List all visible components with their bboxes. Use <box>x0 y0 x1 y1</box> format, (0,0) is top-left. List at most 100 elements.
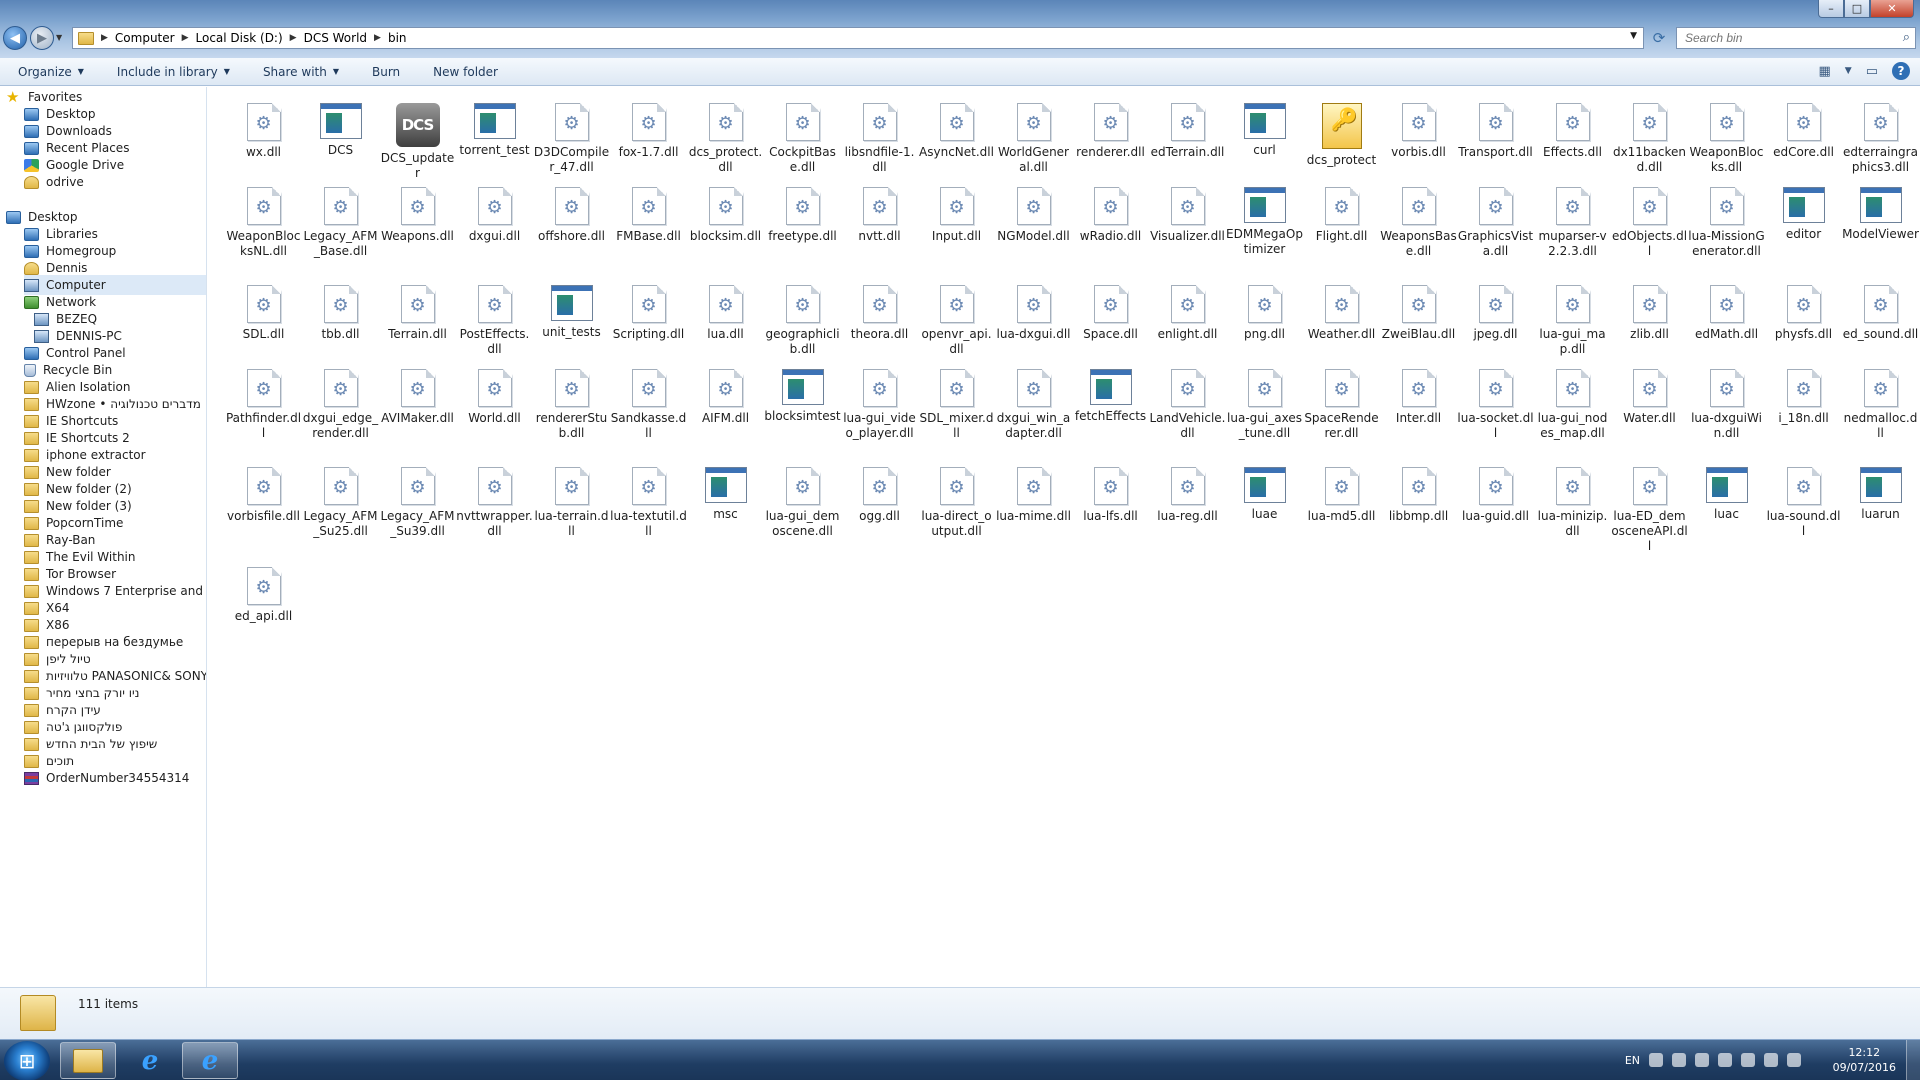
file-item[interactable]: editor <box>1765 187 1842 242</box>
include-in-library-button[interactable]: Include in library ▼ <box>99 65 245 79</box>
file-item[interactable]: lua-gui_nodes_map.dll <box>1534 369 1611 441</box>
file-item[interactable]: ModelViewer <box>1842 187 1919 242</box>
share-with-button[interactable]: Share with ▼ <box>245 65 354 79</box>
file-item[interactable]: nvtt.dll <box>841 187 918 244</box>
file-item[interactable]: EDMMegaOptimizer <box>1226 187 1303 257</box>
search-input[interactable] <box>1683 30 1883 46</box>
file-item[interactable]: edMath.dll <box>1688 285 1765 342</box>
file-item[interactable]: openvr_api.dll <box>918 285 995 357</box>
file-item[interactable]: libbmp.dll <box>1380 467 1457 524</box>
file-item[interactable]: NGModel.dll <box>995 187 1072 244</box>
file-item[interactable]: i_18n.dll <box>1765 369 1842 426</box>
address-bar[interactable]: ▶ Computer ▶ Local Disk (D:) ▶ DCS World… <box>72 27 1644 49</box>
file-item[interactable]: lua-socket.dll <box>1457 369 1534 441</box>
file-item[interactable]: edterraingraphics3.dll <box>1842 103 1919 175</box>
file-item[interactable]: Visualizer.dll <box>1149 187 1226 244</box>
breadcrumb-local-disk[interactable]: Local Disk (D:) <box>192 31 287 45</box>
file-item[interactable]: LandVehicle.dll <box>1149 369 1226 441</box>
file-item[interactable]: libsndfile-1.dll <box>841 103 918 175</box>
file-item[interactable]: vorbis.dll <box>1380 103 1457 160</box>
search-icon[interactable]: ⌕ <box>1903 30 1910 45</box>
forward-button[interactable]: ▶ <box>30 26 54 50</box>
file-item[interactable]: blocksimtest <box>764 369 841 424</box>
breadcrumb-bin[interactable]: bin <box>384 31 411 45</box>
close-button[interactable]: ✕ <box>1870 0 1914 18</box>
chevron-right-icon[interactable]: ▶ <box>371 33 384 43</box>
breadcrumb-computer[interactable]: Computer <box>111 31 179 45</box>
file-item[interactable]: ed_sound.dll <box>1842 285 1919 342</box>
file-item[interactable]: WeaponBlocks.dll <box>1688 103 1765 175</box>
file-item[interactable]: D3DCompiler_47.dll <box>533 103 610 175</box>
nav-item[interactable]: odrive <box>24 172 206 192</box>
file-item[interactable]: SDL.dll <box>225 285 302 342</box>
nvidia-icon[interactable] <box>1672 1053 1686 1067</box>
file-item[interactable]: ed_api.dll <box>225 567 302 624</box>
file-item[interactable]: Legacy_AFM_Su39.dll <box>379 467 456 539</box>
file-item[interactable]: muparser-v2.2.3.dll <box>1534 187 1611 259</box>
file-item[interactable]: ogg.dll <box>841 467 918 524</box>
file-item[interactable]: vorbisfile.dll <box>225 467 302 524</box>
back-button[interactable]: ◀ <box>3 26 27 50</box>
file-item[interactable]: WeaponBlocksNL.dll <box>225 187 302 259</box>
burn-button[interactable]: Burn <box>354 65 415 79</box>
file-item[interactable]: SpaceRenderer.dll <box>1303 369 1380 441</box>
chevron-right-icon[interactable]: ▶ <box>98 33 111 43</box>
file-item[interactable]: lua-textutil.dll <box>610 467 687 539</box>
file-item[interactable]: nvttwrapper.dll <box>456 467 533 539</box>
organize-button[interactable]: Organize ▼ <box>0 65 99 79</box>
file-item[interactable]: offshore.dll <box>533 187 610 244</box>
file-item[interactable]: dx11backend.dll <box>1611 103 1688 175</box>
file-item[interactable]: lua-guid.dll <box>1457 467 1534 524</box>
file-item[interactable]: lua-reg.dll <box>1149 467 1226 524</box>
file-item[interactable]: GraphicsVista.dll <box>1457 187 1534 259</box>
file-item[interactable]: Effects.dll <box>1534 103 1611 160</box>
taskbar-explorer[interactable] <box>60 1042 116 1079</box>
file-item[interactable]: Input.dll <box>918 187 995 244</box>
file-item[interactable]: wx.dll <box>225 103 302 160</box>
file-item[interactable]: luarun <box>1842 467 1919 522</box>
file-item[interactable]: Weapons.dll <box>379 187 456 244</box>
view-dropdown-icon[interactable]: ▼ <box>1845 66 1852 76</box>
chevron-right-icon[interactable]: ▶ <box>287 33 300 43</box>
file-item[interactable]: WorldGeneral.dll <box>995 103 1072 175</box>
file-item[interactable]: AsyncNet.dll <box>918 103 995 160</box>
file-item[interactable]: WeaponsBase.dll <box>1380 187 1457 259</box>
file-item[interactable]: luac <box>1688 467 1765 522</box>
file-item[interactable]: edTerrain.dll <box>1149 103 1226 160</box>
file-item[interactable]: World.dll <box>456 369 533 426</box>
file-item[interactable]: Space.dll <box>1072 285 1149 342</box>
breadcrumb-dcs-world[interactable]: DCS World <box>300 31 371 45</box>
file-item[interactable]: Pathfinder.dll <box>225 369 302 441</box>
file-item[interactable]: lua-mime.dll <box>995 467 1072 524</box>
file-item[interactable]: lua-gui_demoscene.dll <box>764 467 841 539</box>
file-item[interactable]: theora.dll <box>841 285 918 342</box>
file-item[interactable]: torrent_test <box>456 103 533 158</box>
file-item[interactable]: jpeg.dll <box>1457 285 1534 342</box>
maximize-button[interactable]: □ <box>1844 0 1870 18</box>
preview-pane-icon[interactable]: ▭ <box>1866 64 1878 79</box>
taskbar-internet-explorer-2[interactable]: e <box>182 1042 238 1079</box>
file-item[interactable]: unit_tests <box>533 285 610 340</box>
file-item[interactable]: Transport.dll <box>1457 103 1534 160</box>
file-item[interactable]: Inter.dll <box>1380 369 1457 426</box>
show-desktop-button[interactable] <box>1906 1040 1920 1080</box>
file-item[interactable]: freetype.dll <box>764 187 841 244</box>
file-item[interactable]: enlight.dll <box>1149 285 1226 342</box>
file-item[interactable]: rendererStub.dll <box>533 369 610 441</box>
file-item[interactable]: lua-sound.dll <box>1765 467 1842 539</box>
file-item[interactable]: png.dll <box>1226 285 1303 342</box>
file-item[interactable]: lua-MissionGenerator.dll <box>1688 187 1765 259</box>
file-item[interactable]: dcs_protect <box>1303 103 1380 168</box>
file-item[interactable]: edCore.dll <box>1765 103 1842 160</box>
taskbar-internet-explorer[interactable]: e <box>122 1042 178 1079</box>
change-view-icon[interactable]: ▦ <box>1818 64 1830 79</box>
file-item[interactable]: Water.dll <box>1611 369 1688 426</box>
refresh-icon[interactable]: ⟳ <box>1648 27 1670 49</box>
file-item[interactable]: lua-dxgui.dll <box>995 285 1072 342</box>
file-item[interactable]: lua-lfs.dll <box>1072 467 1149 524</box>
file-item[interactable]: CockpitBase.dll <box>764 103 841 175</box>
file-item[interactable]: PostEffects.dll <box>456 285 533 357</box>
file-item[interactable]: lua-ED_demosceneAPI.dll <box>1611 467 1688 554</box>
file-item[interactable]: lua-gui_video_player.dll <box>841 369 918 441</box>
file-item[interactable]: lua-gui_axes_tune.dll <box>1226 369 1303 441</box>
